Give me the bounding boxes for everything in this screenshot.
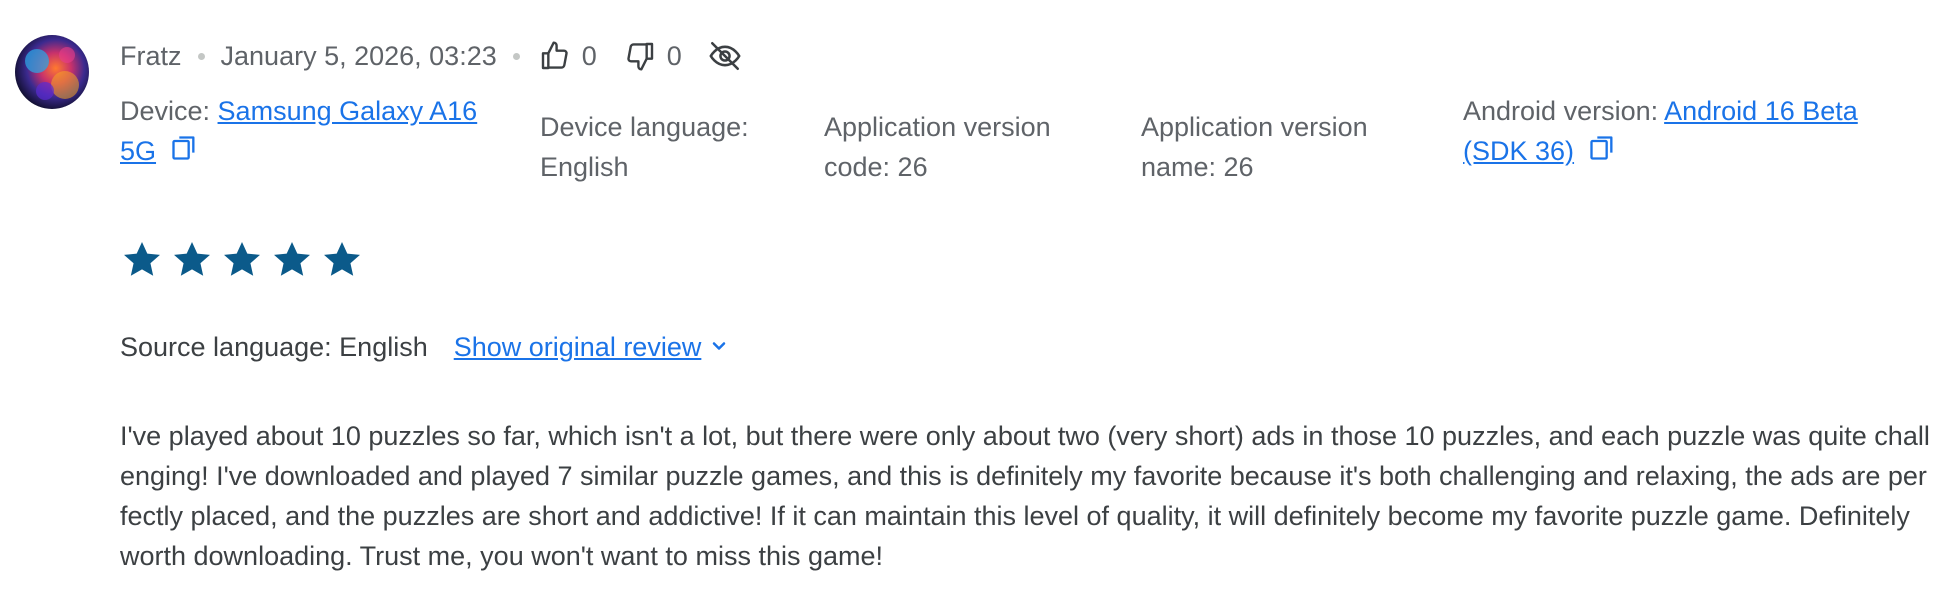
thumbs-down-icon[interactable] [621, 37, 659, 75]
star-icon [274, 242, 310, 276]
author-name: Fratz [120, 40, 182, 71]
device-label: Device: [120, 96, 218, 126]
show-original-review-link[interactable]: Show original review [454, 327, 702, 367]
star-icon [224, 242, 260, 276]
separator-dot [197, 52, 205, 60]
separator-dot [512, 52, 520, 60]
android-label: Android version: [1463, 96, 1665, 126]
thumbs-up-icon[interactable] [536, 37, 574, 75]
app-version-code: Application version code: 26 [824, 112, 1051, 182]
star-icon [174, 242, 210, 276]
chevron-down-icon[interactable] [709, 327, 729, 367]
thumbs-down-count: 0 [666, 40, 682, 71]
device-language: Device language: English [540, 112, 749, 182]
review-text: I've played about 10 puzzles so far, whi… [120, 421, 1930, 571]
device-info: Device: Samsung Galaxy A16 5G [120, 91, 510, 173]
star-icon [124, 242, 160, 276]
visibility-off-icon[interactable] [706, 37, 744, 75]
copy-icon[interactable] [170, 133, 198, 173]
thumbs-up-count: 0 [581, 40, 597, 71]
android-version: Android version: Android 16 Beta (SDK 36… [1463, 91, 1923, 173]
copy-icon[interactable] [1588, 133, 1616, 173]
review-date: January 5, 2026, 03:23 [220, 40, 497, 71]
star-rating [120, 238, 364, 282]
source-language: Source language: English [120, 332, 428, 362]
star-icon [324, 242, 360, 276]
review-header: Fratz January 5, 2026, 03:23 0 0 [120, 36, 744, 76]
avatar [15, 35, 89, 109]
source-language-row: Source language: English Show original r… [120, 327, 729, 367]
app-version-name: Application version name: 26 [1141, 112, 1368, 182]
